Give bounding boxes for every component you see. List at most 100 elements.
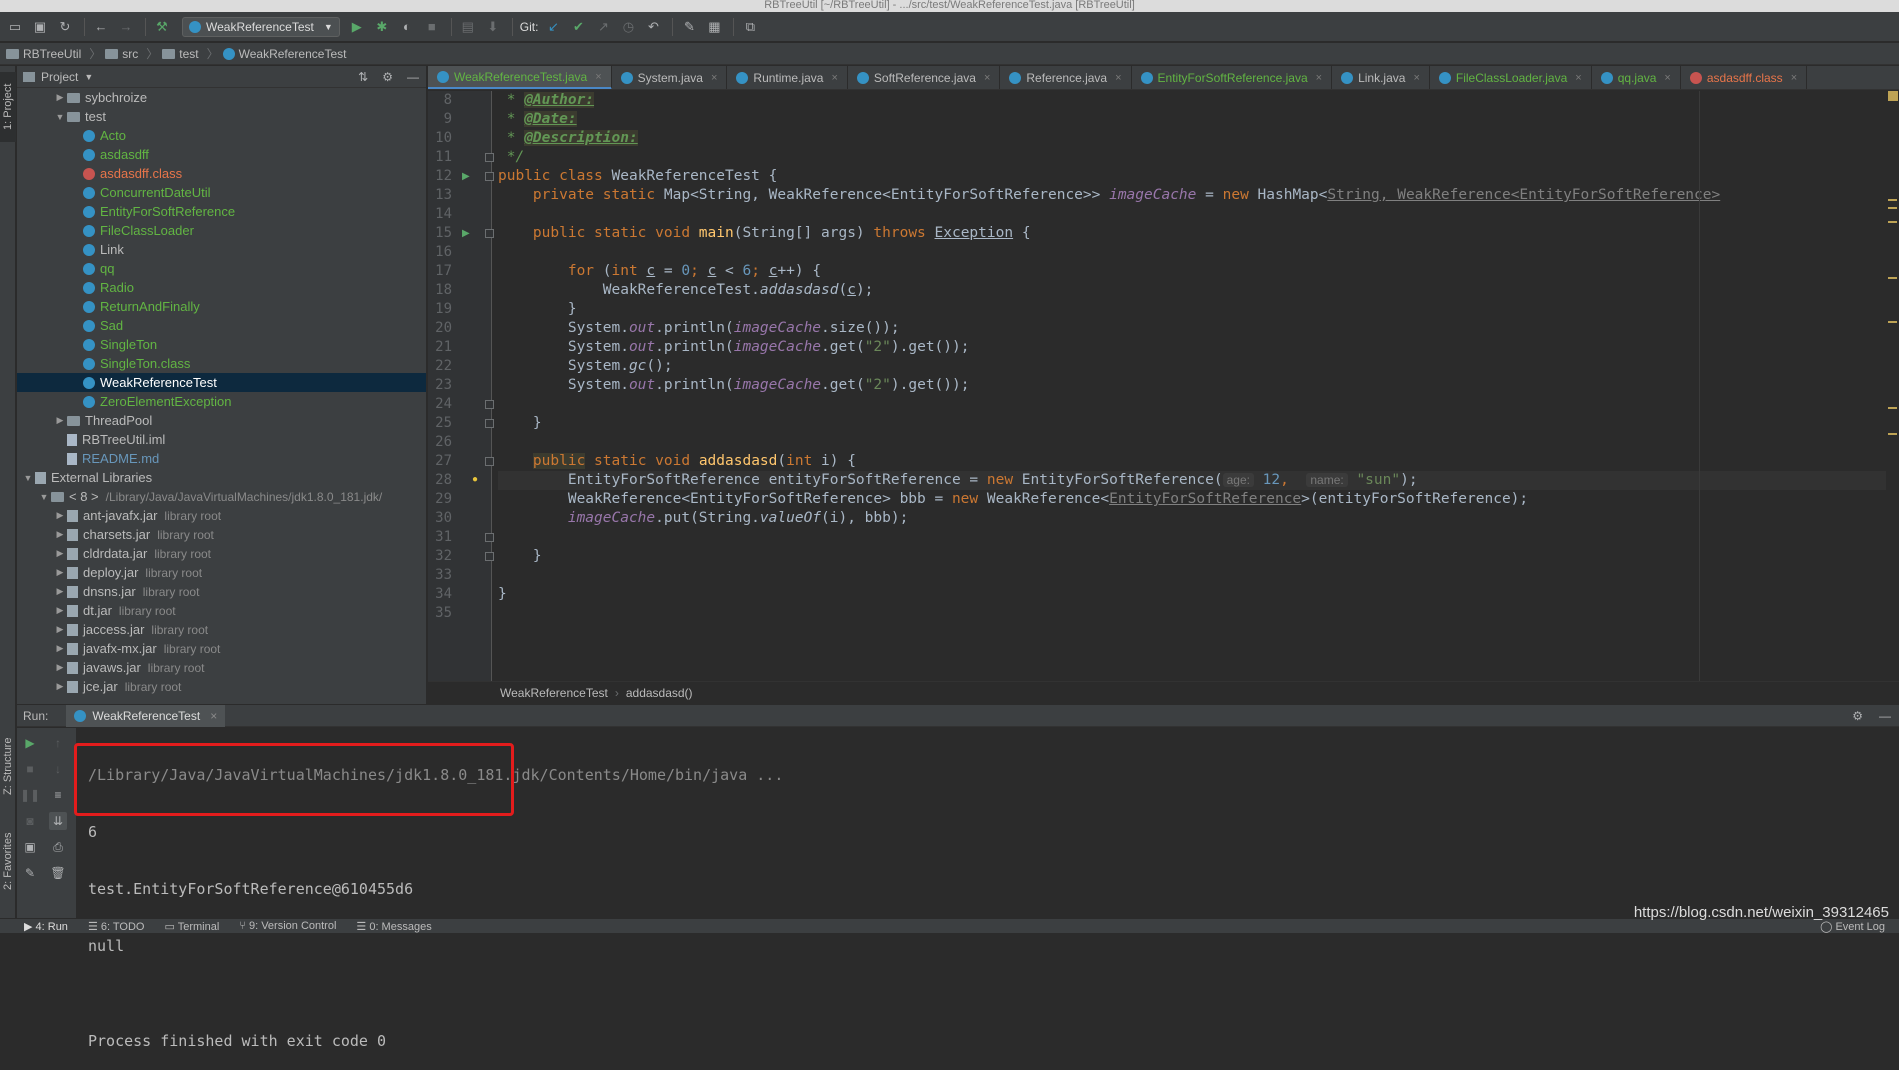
close-icon[interactable]: × xyxy=(210,709,217,723)
editor-tab[interactable]: asdasdff.class × xyxy=(1681,66,1808,89)
tree-item[interactable]: ▶ javafx-mx.jar library root xyxy=(17,639,426,658)
lightbulb-icon[interactable]: ● xyxy=(472,474,481,485)
tree-item[interactable]: ▼ External Libraries xyxy=(17,468,426,487)
fold-marker-icon[interactable] xyxy=(485,229,494,238)
restore-layout-icon[interactable]: ▣ xyxy=(21,838,39,856)
breadcrumb-src[interactable]: src xyxy=(105,47,138,61)
tree-item[interactable]: ReturnAndFinally xyxy=(17,297,426,316)
chevron-right-icon[interactable]: ▶ xyxy=(53,548,67,559)
open-folder-icon[interactable]: ▭ xyxy=(4,16,26,38)
structure-tool-tab[interactable]: Z: Structure xyxy=(0,726,16,806)
tree-item[interactable]: ConcurrentDateUtil xyxy=(17,183,426,202)
tree-item[interactable]: ▶ ant-javafx.jar library root xyxy=(17,506,426,525)
breadcrumb-class[interactable]: WeakReferenceTest xyxy=(222,47,346,61)
status-tab-messages[interactable]: ☰ 0: Messages xyxy=(356,920,431,933)
fold-marker-icon[interactable] xyxy=(485,552,494,561)
scroll-to-end-icon[interactable]: ⇊ xyxy=(49,812,67,830)
chevron-right-icon[interactable]: ▶ xyxy=(53,643,67,654)
error-stripe[interactable] xyxy=(1886,91,1899,681)
git-push-icon[interactable]: ↗ xyxy=(592,16,614,38)
tree-item[interactable]: ▶ cldrdata.jar library root xyxy=(17,544,426,563)
chevron-right-icon[interactable]: ▶ xyxy=(53,662,67,673)
chevron-right-icon[interactable]: ▶ xyxy=(53,415,67,426)
close-icon[interactable]: × xyxy=(831,72,837,84)
run-gutter-icon[interactable]: ▶ xyxy=(462,228,471,239)
close-icon[interactable]: × xyxy=(984,72,990,84)
tree-item[interactable]: ▶ dt.jar library root xyxy=(17,601,426,620)
tree-item[interactable]: RBTreeUtil.iml xyxy=(17,430,426,449)
chevron-right-icon[interactable]: ▶ xyxy=(53,605,67,616)
chevron-down-icon[interactable]: ▼ xyxy=(53,112,67,122)
pause-icon[interactable]: ❚❚ xyxy=(20,786,40,804)
back-icon[interactable]: ← xyxy=(90,16,112,38)
close-icon[interactable]: × xyxy=(1413,72,1419,84)
chevron-right-icon[interactable]: ▶ xyxy=(53,624,67,635)
close-icon[interactable]: × xyxy=(1791,72,1797,84)
gear-icon[interactable]: ⚙ xyxy=(1852,709,1863,723)
breadcrumb-test[interactable]: test xyxy=(162,47,199,61)
chevron-right-icon[interactable]: ▶ xyxy=(53,567,67,578)
soft-wrap-icon[interactable]: ≡ xyxy=(49,786,67,804)
fold-marker-icon[interactable] xyxy=(485,153,494,162)
camera-icon[interactable]: ◙ xyxy=(21,812,39,830)
editor-tab[interactable]: SoftReference.java × xyxy=(848,66,1001,89)
tree-item[interactable]: ▶ jaccess.jar library root xyxy=(17,620,426,639)
run-configuration-select[interactable]: WeakReferenceTest ▼ xyxy=(182,16,340,37)
down-arrow-icon[interactable]: ↓ xyxy=(49,760,67,778)
close-icon[interactable]: × xyxy=(711,72,717,84)
revert-icon[interactable]: ↶ xyxy=(642,16,664,38)
tree-item[interactable]: Radio xyxy=(17,278,426,297)
fold-marker-icon[interactable] xyxy=(485,533,494,542)
tree-item[interactable]: ▶ charsets.jar library root xyxy=(17,525,426,544)
tree-item[interactable]: ▼ < 8 > /Library/Java/JavaVirtualMachines/… xyxy=(17,487,426,506)
editor-tab[interactable]: FileClassLoader.java × xyxy=(1430,66,1592,89)
tree-item[interactable]: WeakReferenceTest xyxy=(17,373,426,392)
git-update-icon[interactable]: ↙ xyxy=(542,16,564,38)
close-icon[interactable]: × xyxy=(1664,72,1670,84)
trash-icon[interactable]: 🗑 xyxy=(49,864,67,882)
pin-icon[interactable]: ✎ xyxy=(21,864,39,882)
tree-item[interactable]: README.md xyxy=(17,449,426,468)
chevron-right-icon[interactable]: ▶ xyxy=(53,681,67,692)
hide-panel-icon[interactable]: — xyxy=(407,70,419,84)
editor-tab[interactable]: qq.java × xyxy=(1592,66,1681,89)
chevron-down-icon[interactable]: ▼ xyxy=(84,72,93,82)
tree-item[interactable]: EntityForSoftReference xyxy=(17,202,426,221)
code-editor[interactable]: 8 9 10 11 12 ▶ 13 14 15 ▶ 16 17 18 19 20 21 22 23 24 25 26 27… xyxy=(428,91,1899,681)
tree-item[interactable]: asdasdff xyxy=(17,145,426,164)
chevron-down-icon[interactable]: ▼ xyxy=(37,492,51,502)
editor-tab[interactable]: Runtime.java × xyxy=(727,66,848,89)
status-tab-version-control[interactable]: ⑂ 9: Version Control xyxy=(239,920,336,932)
editor-breadcrumb-class[interactable]: WeakReferenceTest xyxy=(500,686,608,700)
debug-icon[interactable]: ✱ xyxy=(371,16,393,38)
rerun-icon[interactable]: ▶ xyxy=(21,734,39,752)
tree-item[interactable]: ▶ javaws.jar library root xyxy=(17,658,426,677)
chevron-right-icon[interactable]: ▶ xyxy=(53,510,67,521)
save-icon[interactable]: ▣ xyxy=(29,16,51,38)
editor-tab[interactable]: System.java × xyxy=(612,66,728,89)
tree-item[interactable]: ▶ dnsns.jar library root xyxy=(17,582,426,601)
chevron-right-icon[interactable]: ▶ xyxy=(53,529,67,540)
editor-tab[interactable]: Reference.java × xyxy=(1000,66,1132,89)
run-tab[interactable]: WeakReferenceTest × xyxy=(66,704,226,727)
tree-item[interactable]: ▶ ThreadPool xyxy=(17,411,426,430)
project-panel-title[interactable]: Project xyxy=(41,70,78,84)
status-tab-terminal[interactable]: ▭ Terminal xyxy=(164,920,219,933)
project-tool-tab[interactable]: 1: Project xyxy=(0,72,16,142)
fold-marker-icon[interactable] xyxy=(485,400,494,409)
hide-panel-icon[interactable]: — xyxy=(1879,709,1891,723)
project-structure-folder-icon[interactable]: ▦ xyxy=(703,16,725,38)
chevron-down-icon[interactable]: ▼ xyxy=(21,473,35,483)
warning-indicator-icon[interactable] xyxy=(1888,91,1898,101)
sdk-icon[interactable]: ⬇ xyxy=(482,16,504,38)
project-structure-icon[interactable]: ▤ xyxy=(457,16,479,38)
run-gutter-icon[interactable]: ▶ xyxy=(462,171,471,182)
favorites-tool-tab[interactable]: 2: Favorites xyxy=(0,821,16,901)
close-icon[interactable]: × xyxy=(595,71,601,83)
editor-breadcrumb-method[interactable]: addasdasd() xyxy=(626,686,693,700)
editor-tab[interactable]: Link.java × xyxy=(1332,66,1430,89)
tree-item[interactable]: Link xyxy=(17,240,426,259)
stop-icon[interactable]: ■ xyxy=(421,16,443,38)
tree-item[interactable]: Acto xyxy=(17,126,426,145)
settings-wrench-icon[interactable]: ✎ xyxy=(678,16,700,38)
